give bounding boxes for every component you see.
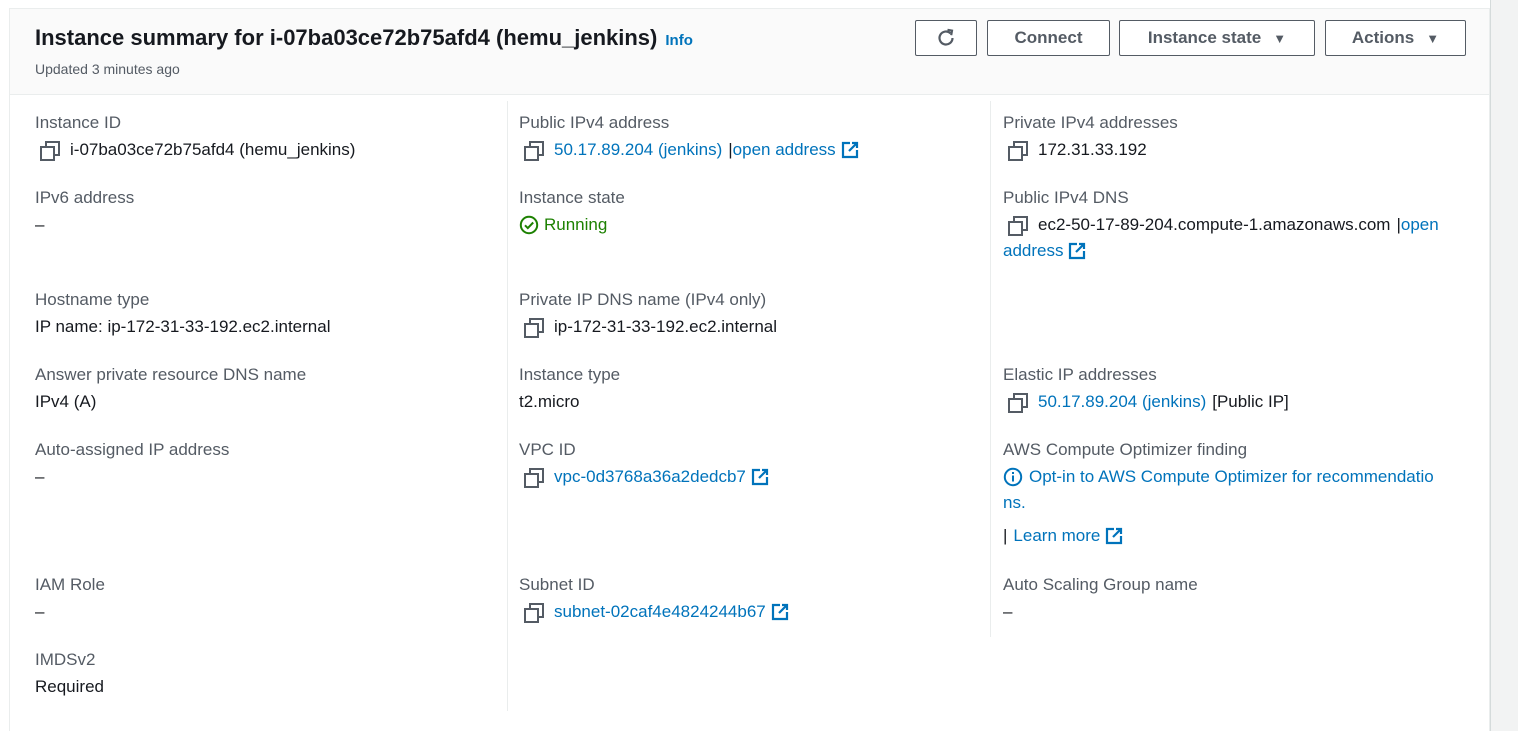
subnet-id-link[interactable]: subnet-02caf4e4824244b67 xyxy=(554,601,766,623)
optimizer-opt-in-link-cont[interactable]: ns. xyxy=(1003,492,1026,514)
ipv6-field: IPv6 address – xyxy=(35,187,134,236)
asg-label: Auto Scaling Group name xyxy=(1003,575,1198,594)
copy-icon[interactable] xyxy=(523,317,543,338)
column-divider xyxy=(507,101,508,711)
copy-icon[interactable] xyxy=(523,602,543,623)
copy-icon[interactable] xyxy=(39,140,59,161)
refresh-icon xyxy=(938,28,954,46)
elastic-ip-field: Elastic IP addresses 50.17.89.204 (jenki… xyxy=(1003,364,1289,413)
subnet-id-field: Subnet ID subnet-02caf4e4824244b67 xyxy=(519,574,789,623)
actions-label: Actions xyxy=(1351,28,1415,47)
instance-summary-panel: Instance summary for i-07ba03ce72b75afd4… xyxy=(9,8,1490,731)
instance-type-value: t2.micro xyxy=(519,392,580,411)
subnet-id-label: Subnet ID xyxy=(519,575,595,594)
instance-state-button[interactable]: Instance state ▼ xyxy=(1119,20,1315,56)
auto-ip-value: – xyxy=(35,467,45,486)
answer-dns-value: IPv4 (A) xyxy=(35,392,97,411)
column-divider xyxy=(990,101,991,637)
external-link-icon[interactable] xyxy=(1068,242,1086,260)
copy-icon[interactable] xyxy=(523,467,543,488)
instance-state-label: Instance state xyxy=(519,188,625,207)
vpc-id-label: VPC ID xyxy=(519,440,576,459)
optimizer-opt-in-link[interactable]: Opt-in to AWS Compute Optimizer for reco… xyxy=(1029,466,1434,488)
hostname-type-value: IP name: ip-172-31-33-192.ec2.internal xyxy=(35,317,331,336)
check-circle-icon xyxy=(519,215,539,235)
learn-more-link[interactable]: Learn more xyxy=(1013,525,1100,547)
private-ipv4-value: 172.31.33.192 xyxy=(1038,140,1147,159)
imdsv2-label: IMDSv2 xyxy=(35,650,96,669)
instance-id-label: Instance ID xyxy=(35,113,121,132)
private-dns-label: Private IP DNS name (IPv4 only) xyxy=(519,290,767,309)
vpc-id-field: VPC ID vpc-0d3768a36a2dedcb7 xyxy=(519,439,769,488)
connect-label: Connect xyxy=(1014,28,1083,47)
auto-ip-label: Auto-assigned IP address xyxy=(35,440,230,459)
auto-ip-field: Auto-assigned IP address – xyxy=(35,439,229,488)
open-address-link[interactable]: open address xyxy=(733,139,836,161)
private-ipv4-field: Private IPv4 addresses 172.31.33.192 xyxy=(1003,112,1178,161)
instance-type-label: Instance type xyxy=(519,365,621,384)
public-dns-label: Public IPv4 DNS xyxy=(1003,188,1129,207)
copy-icon[interactable] xyxy=(1007,140,1027,161)
answer-dns-field: Answer private resource DNS name IPv4 (A… xyxy=(35,364,306,413)
imdsv2-value: Required xyxy=(35,677,104,696)
elastic-ip-link[interactable]: 50.17.89.204 (jenkins) xyxy=(1038,391,1206,413)
instance-id-value: i-07ba03ce72b75afd4 (hemu_jenkins) xyxy=(70,140,356,159)
actions-button[interactable]: Actions ▼ xyxy=(1325,20,1466,56)
info-icon xyxy=(1003,467,1023,487)
copy-icon[interactable] xyxy=(523,140,543,161)
instance-state-field: Instance state Running xyxy=(519,187,625,236)
info-link[interactable]: Info xyxy=(665,32,693,49)
public-ipv4-link[interactable]: 50.17.89.204 (jenkins) xyxy=(554,139,722,161)
open-address-link-cont[interactable]: address xyxy=(1003,240,1063,262)
optimizer-field: AWS Compute Optimizer finding Opt-in to … xyxy=(1003,439,1473,547)
answer-dns-label: Answer private resource DNS name xyxy=(35,365,307,384)
public-dns-value: ec2-50-17-89-204.compute-1.amazonaws.com xyxy=(1038,215,1391,234)
hostname-type-label: Hostname type xyxy=(35,290,150,309)
iam-role-field: IAM Role – xyxy=(35,574,105,623)
page-scroll-area xyxy=(1490,0,1518,731)
ipv6-value: – xyxy=(35,215,45,234)
public-ipv4-field: Public IPv4 address 50.17.89.204 (jenkin… xyxy=(519,112,859,161)
private-dns-field: Private IP DNS name (IPv4 only) ip-172-3… xyxy=(519,289,777,338)
external-link-icon[interactable] xyxy=(841,141,859,159)
ipv6-label: IPv6 address xyxy=(35,188,135,207)
connect-button[interactable]: Connect xyxy=(987,20,1110,56)
external-link-icon[interactable] xyxy=(751,468,769,486)
separator: | xyxy=(1003,526,1008,545)
caret-down-icon: ▼ xyxy=(1426,30,1440,46)
page-title: Instance summary for i-07ba03ce72b75afd4… xyxy=(35,25,693,51)
vpc-id-link[interactable]: vpc-0d3768a36a2dedcb7 xyxy=(554,466,746,488)
public-dns-field: Public IPv4 DNS ec2-50-17-89-204.compute… xyxy=(1003,187,1473,262)
elastic-ip-label: Elastic IP addresses xyxy=(1003,365,1157,384)
iam-role-value: – xyxy=(35,602,45,621)
instance-type-field: Instance type t2.micro xyxy=(519,364,620,413)
hostname-type-field: Hostname type IP name: ip-172-31-33-192.… xyxy=(35,289,330,338)
refresh-button[interactable] xyxy=(915,20,977,56)
optimizer-label: AWS Compute Optimizer finding xyxy=(1003,440,1248,459)
instance-state-label: Instance state xyxy=(1147,28,1262,47)
elastic-ip-suffix: [Public IP] xyxy=(1212,392,1289,411)
copy-icon[interactable] xyxy=(1007,392,1027,413)
external-link-icon[interactable] xyxy=(1105,527,1123,545)
private-ipv4-label: Private IPv4 addresses xyxy=(1003,113,1178,132)
public-ipv4-label: Public IPv4 address xyxy=(519,113,670,132)
imdsv2-field: IMDSv2 Required xyxy=(35,649,104,698)
updated-timestamp: Updated 3 minutes ago xyxy=(35,61,180,77)
private-dns-value: ip-172-31-33-192.ec2.internal xyxy=(554,317,778,336)
iam-role-label: IAM Role xyxy=(35,575,105,594)
open-address-link[interactable]: open xyxy=(1401,214,1439,236)
asg-value: – xyxy=(1003,602,1013,621)
copy-icon[interactable] xyxy=(1007,215,1027,236)
instance-state-value: Running xyxy=(544,215,608,234)
external-link-icon[interactable] xyxy=(771,603,789,621)
instance-id-field: Instance ID i-07ba03ce72b75afd4 (hemu_je… xyxy=(35,112,355,161)
asg-field: Auto Scaling Group name – xyxy=(1003,574,1198,623)
caret-down-icon: ▼ xyxy=(1273,30,1287,46)
title-text: Instance summary for i-07ba03ce72b75afd4… xyxy=(35,25,658,50)
panel-header: Instance summary for i-07ba03ce72b75afd4… xyxy=(10,9,1489,95)
